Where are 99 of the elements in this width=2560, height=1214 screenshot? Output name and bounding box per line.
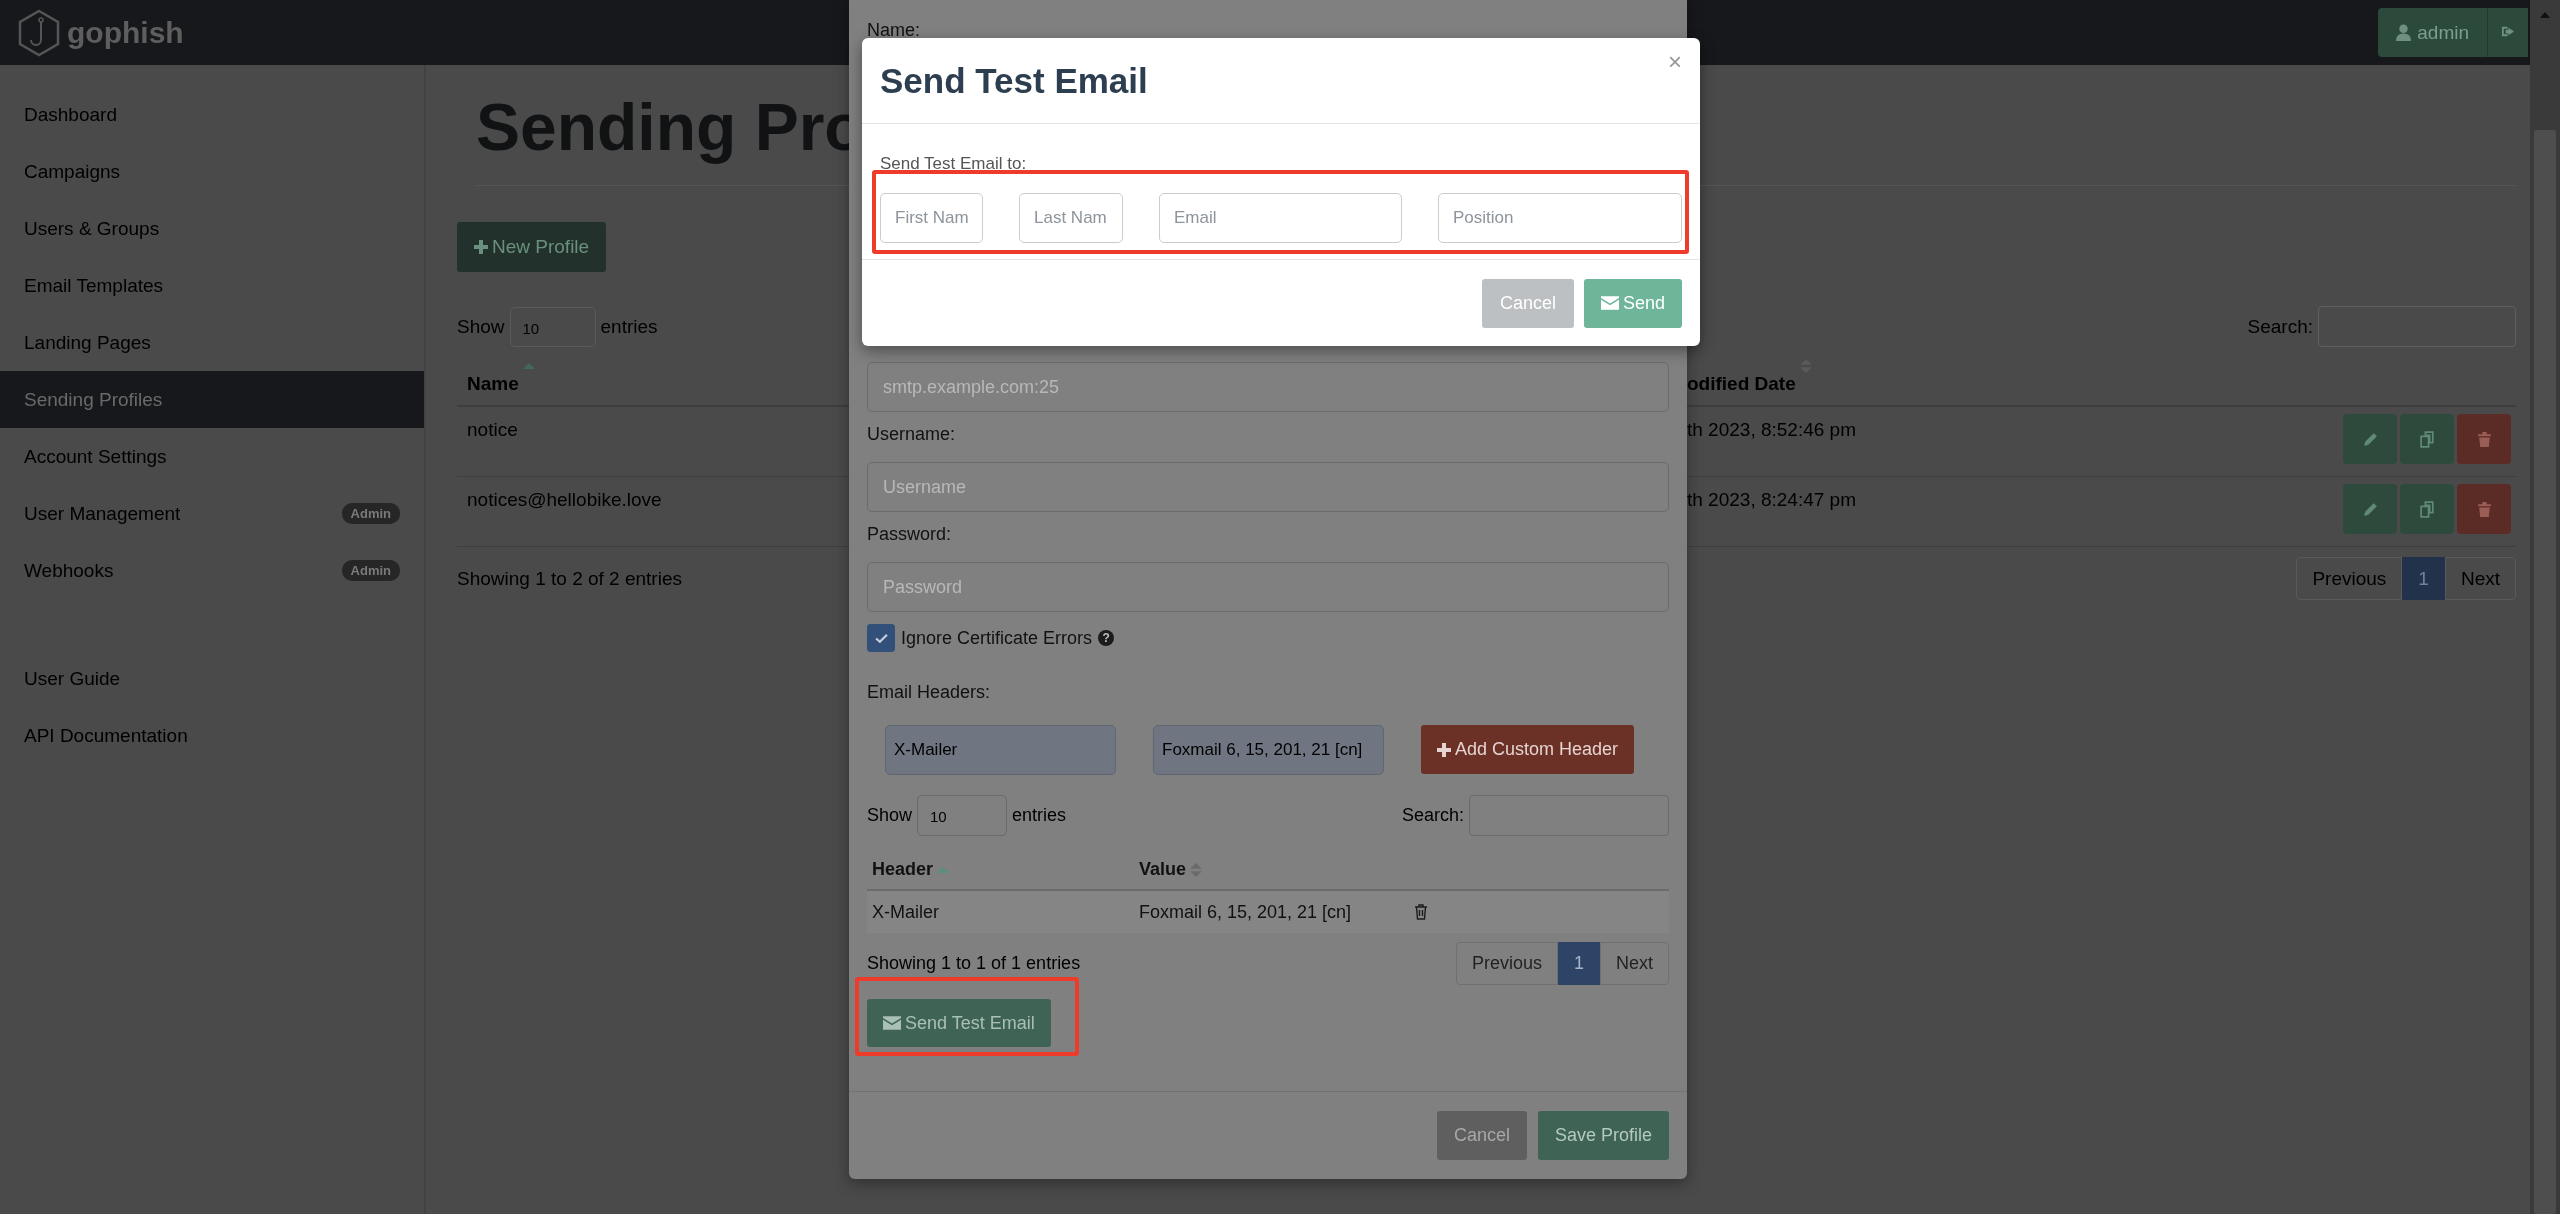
show-label: Show <box>457 315 505 338</box>
admin-badge: Admin <box>341 560 400 581</box>
recipient-field[interactable]: Email <box>1159 193 1402 243</box>
field-label: Email Headers: <box>867 682 992 704</box>
trash-icon <box>2475 500 2493 518</box>
sidebar-item[interactable]: Dashboard <box>0 86 424 143</box>
search-label: Search: <box>2247 315 2313 338</box>
brand-name: gophish <box>67 15 184 50</box>
search-label: Search: <box>1401 805 1464 826</box>
delete-button[interactable] <box>2457 484 2511 534</box>
password-field[interactable]: Password <box>867 562 1669 612</box>
page-length-select[interactable]: 10 <box>917 795 1008 836</box>
column-header[interactable]: Name <box>467 373 519 395</box>
copy-button[interactable] <box>2400 414 2454 464</box>
envelope-icon <box>883 1016 901 1030</box>
table-info: Showing 1 to 1 of 1 entries <box>867 953 1081 974</box>
table-cell: notice <box>467 419 518 440</box>
send-test-email-button[interactable]: Send Test Email <box>867 999 1051 1047</box>
table-cell: th 2023, 8:52:46 pm <box>1687 419 1856 440</box>
header-name-field[interactable]: X-Mailer <box>885 725 1116 775</box>
table-cell: notices@hellobike.love <box>467 489 662 510</box>
previous-page-button[interactable]: Previous <box>2296 557 2403 600</box>
sidebar-item-label: Account Settings <box>24 445 167 468</box>
scroll-up-icon[interactable] <box>2540 12 2550 18</box>
admin-badge: Admin <box>341 503 400 524</box>
cancel-button[interactable]: Cancel <box>1436 1111 1527 1160</box>
sidebar-link[interactable]: API Documentation <box>0 707 424 764</box>
hook-logo-icon <box>17 8 61 57</box>
sidebar-item[interactable]: Sending Profiles <box>0 371 424 428</box>
table-info: Showing 1 to 2 of 2 entries <box>457 567 682 590</box>
sidebar-item[interactable]: Webhooks Admin <box>0 542 424 599</box>
sidebar-item-label: Webhooks <box>24 559 114 582</box>
new-profile-button[interactable]: New Profile <box>457 222 607 272</box>
sidebar-item[interactable]: Account Settings <box>0 428 424 485</box>
sidebar-item[interactable]: User Management Admin <box>0 485 424 542</box>
trash-icon[interactable] <box>1414 904 1428 920</box>
copy-button[interactable] <box>2400 484 2454 534</box>
recipient-field[interactable]: Last Nam <box>1019 193 1123 243</box>
copy-icon <box>2418 500 2436 518</box>
entries-label: entries <box>600 315 658 338</box>
sidebar-item-label: Landing Pages <box>24 331 151 354</box>
logout-button[interactable] <box>2488 8 2528 57</box>
table-cell: th 2023, 8:24:47 pm <box>1687 489 1856 510</box>
sidebar-item[interactable]: Users & Groups <box>0 200 424 257</box>
sidebar-item-label: Users & Groups <box>24 217 160 240</box>
smtp-host-field[interactable]: smtp.example.com:25 <box>867 362 1669 412</box>
sidebar-item-label: Email Templates <box>24 274 164 297</box>
dialog-title: Send Test Email <box>880 60 1148 101</box>
sidebar-item-label: Dashboard <box>24 103 117 126</box>
delete-button[interactable] <box>2457 414 2511 464</box>
entries-label: entries <box>1012 805 1067 826</box>
user-button[interactable]: admin <box>2378 8 2488 57</box>
page-number-button[interactable]: 1 <box>2402 557 2445 600</box>
envelope-icon <box>1600 296 1619 310</box>
table-cell: X-Mailer <box>872 901 939 922</box>
pencil-icon <box>2361 500 2379 518</box>
recipient-field[interactable]: Position <box>1438 193 1682 243</box>
edit-button[interactable] <box>2343 414 2397 464</box>
save-profile-button[interactable]: Save Profile <box>1537 1111 1669 1160</box>
field-label: Username: <box>867 424 957 446</box>
sidebar-item[interactable]: Email Templates <box>0 257 424 314</box>
page-length-select[interactable]: 10 <box>509 306 596 347</box>
close-button[interactable]: × <box>1668 48 1682 76</box>
add-custom-header-button[interactable]: Add Custom Header <box>1421 725 1635 774</box>
scrollbar[interactable] <box>2530 0 2560 1214</box>
header-value-field[interactable]: Foxmail 6, 15, 201, 21 [cn] <box>1153 725 1384 775</box>
previous-page-button[interactable]: Previous <box>1455 942 1558 985</box>
sidebar-item-label: Sending Profiles <box>24 388 163 411</box>
copy-icon <box>2418 430 2436 448</box>
checkbox[interactable] <box>867 624 895 652</box>
show-label: Show <box>867 805 913 826</box>
cancel-button[interactable]: Cancel <box>1481 278 1574 328</box>
sidebar-link[interactable]: User Guide <box>0 650 424 707</box>
table-cell: Foxmail 6, 15, 201, 21 [cn] <box>1139 901 1352 922</box>
edit-button[interactable] <box>2343 484 2397 534</box>
sidebar-item[interactable]: Campaigns <box>0 143 424 200</box>
user-icon <box>2396 24 2412 41</box>
field-label: Name: <box>867 20 921 42</box>
recipient-field[interactable]: First Nam <box>880 193 983 243</box>
help-icon[interactable]: ? <box>1098 630 1115 646</box>
column-header[interactable]: Value <box>1139 858 1187 880</box>
field-label: Send Test Email to: <box>880 154 1028 175</box>
pencil-icon <box>2361 430 2379 448</box>
page-number-button[interactable]: 1 <box>1557 942 1600 985</box>
column-header[interactable]: odified Date <box>1687 373 1796 395</box>
plus-icon <box>474 240 488 254</box>
send-button[interactable]: Send <box>1583 278 1682 328</box>
sidebar-item-label: Campaigns <box>24 160 121 183</box>
sidebar-item[interactable]: Landing Pages <box>0 314 424 371</box>
next-page-button[interactable]: Next <box>2444 557 2516 600</box>
checkbox-label: Ignore Certificate Errors <box>901 627 1093 649</box>
next-page-button[interactable]: Next <box>1600 942 1669 985</box>
field-label: Password: <box>867 524 953 546</box>
trash-icon <box>2475 430 2493 448</box>
checkmark-icon <box>874 632 888 644</box>
username-field[interactable]: Username <box>867 462 1669 512</box>
sidebar-item-label: User Management <box>24 502 181 525</box>
column-header[interactable]: Header <box>872 858 934 880</box>
plus-icon <box>1437 742 1451 757</box>
